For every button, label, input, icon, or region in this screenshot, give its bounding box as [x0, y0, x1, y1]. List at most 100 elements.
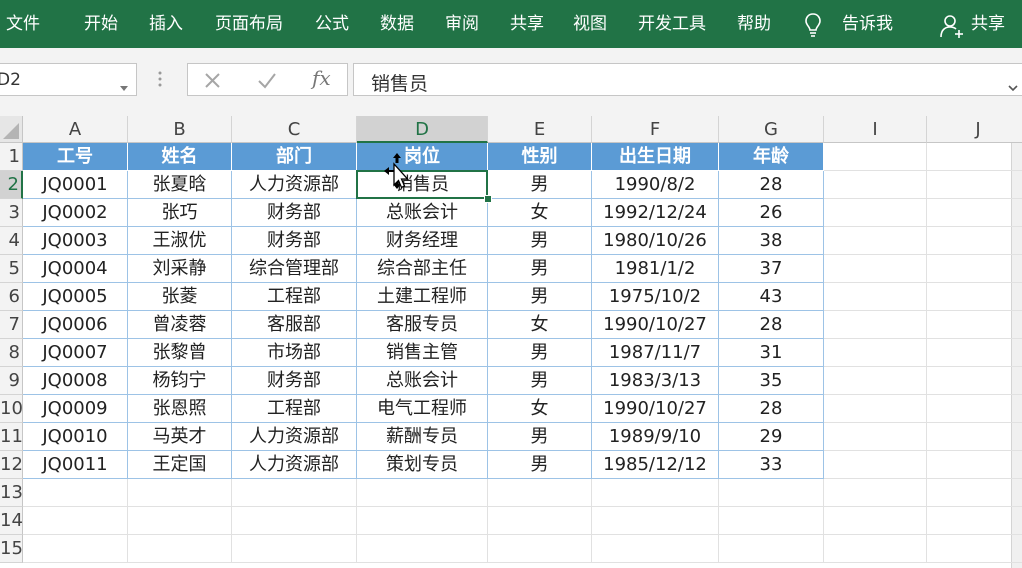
- table-cell[interactable]: 总账会计: [357, 199, 488, 227]
- empty-cell[interactable]: [927, 311, 1022, 339]
- table-cell[interactable]: JQ0001: [23, 171, 128, 199]
- table-header-cell[interactable]: 岗位: [357, 143, 488, 171]
- cancel-icon[interactable]: [204, 72, 221, 103]
- empty-cell[interactable]: [592, 535, 719, 563]
- row-header-12[interactable]: 12: [0, 451, 23, 479]
- select-all-corner[interactable]: [0, 116, 23, 143]
- row-header-7[interactable]: 7: [0, 311, 23, 339]
- empty-cell[interactable]: [824, 339, 927, 367]
- empty-cell[interactable]: [927, 199, 1022, 227]
- table-header-cell[interactable]: 部门: [232, 143, 357, 171]
- row-header-2[interactable]: 2: [0, 171, 23, 199]
- table-cell[interactable]: 财务部: [232, 199, 357, 227]
- share-button[interactable]: 共享: [971, 13, 1005, 35]
- column-header-i[interactable]: I: [824, 116, 927, 143]
- table-cell[interactable]: 29: [719, 423, 824, 451]
- table-cell[interactable]: 财务部: [232, 367, 357, 395]
- row-header-13[interactable]: 13: [0, 479, 23, 507]
- table-cell[interactable]: 女: [488, 395, 592, 423]
- row-header-11[interactable]: 11: [0, 423, 23, 451]
- empty-cell[interactable]: [927, 479, 1022, 507]
- table-cell[interactable]: 张巧: [128, 199, 232, 227]
- table-cell[interactable]: 财务经理: [357, 227, 488, 255]
- table-cell[interactable]: 1992/12/24: [592, 199, 719, 227]
- empty-cell[interactable]: [719, 479, 824, 507]
- empty-cell[interactable]: [357, 535, 488, 563]
- empty-cell[interactable]: [23, 507, 128, 535]
- empty-cell[interactable]: [357, 507, 488, 535]
- table-cell[interactable]: 张黎曾: [128, 339, 232, 367]
- table-cell[interactable]: JQ0009: [23, 395, 128, 423]
- table-cell[interactable]: 电气工程师: [357, 395, 488, 423]
- empty-cell[interactable]: [357, 479, 488, 507]
- empty-cell[interactable]: [824, 311, 927, 339]
- table-cell[interactable]: 1989/9/10: [592, 423, 719, 451]
- fx-icon[interactable]: fx: [312, 66, 331, 90]
- table-cell[interactable]: 1987/11/7: [592, 339, 719, 367]
- expand-formula-icon[interactable]: [1008, 77, 1018, 96]
- table-cell[interactable]: 客服专员: [357, 311, 488, 339]
- empty-cell[interactable]: [927, 283, 1022, 311]
- table-cell[interactable]: 1985/12/12: [592, 451, 719, 479]
- tab-page-layout[interactable]: 页面布局: [215, 13, 283, 35]
- table-cell[interactable]: 1990/10/27: [592, 311, 719, 339]
- row-header-5[interactable]: 5: [0, 255, 23, 283]
- table-cell[interactable]: 男: [488, 227, 592, 255]
- row-header-8[interactable]: 8: [0, 339, 23, 367]
- table-cell[interactable]: 31: [719, 339, 824, 367]
- row-header-4[interactable]: 4: [0, 227, 23, 255]
- empty-cell[interactable]: [128, 507, 232, 535]
- table-cell[interactable]: 土建工程师: [357, 283, 488, 311]
- formula-input[interactable]: 销售员: [353, 63, 1022, 96]
- empty-cell[interactable]: [824, 283, 927, 311]
- empty-cell[interactable]: [824, 227, 927, 255]
- fill-handle[interactable]: [484, 195, 492, 203]
- table-cell[interactable]: 男: [488, 367, 592, 395]
- empty-cell[interactable]: [927, 395, 1022, 423]
- empty-cell[interactable]: [824, 199, 927, 227]
- table-cell[interactable]: 财务部: [232, 227, 357, 255]
- table-cell[interactable]: 男: [488, 255, 592, 283]
- empty-cell[interactable]: [23, 479, 128, 507]
- table-cell[interactable]: 王定国: [128, 451, 232, 479]
- table-cell[interactable]: JQ0008: [23, 367, 128, 395]
- table-cell[interactable]: 男: [488, 423, 592, 451]
- table-header-cell[interactable]: 出生日期: [592, 143, 719, 171]
- empty-cell[interactable]: [824, 451, 927, 479]
- table-cell[interactable]: 1981/1/2: [592, 255, 719, 283]
- table-cell[interactable]: 1983/3/13: [592, 367, 719, 395]
- column-header-j[interactable]: J: [927, 116, 1022, 143]
- tab-view[interactable]: 视图: [573, 13, 607, 35]
- column-header-e[interactable]: E: [488, 116, 592, 143]
- empty-cell[interactable]: [488, 507, 592, 535]
- empty-cell[interactable]: [824, 367, 927, 395]
- empty-cell[interactable]: [927, 255, 1022, 283]
- empty-cell[interactable]: [128, 535, 232, 563]
- table-cell[interactable]: 工程部: [232, 283, 357, 311]
- table-cell[interactable]: 男: [488, 451, 592, 479]
- table-cell[interactable]: JQ0010: [23, 423, 128, 451]
- table-cell[interactable]: 曾凌蓉: [128, 311, 232, 339]
- table-header-cell[interactable]: 年龄: [719, 143, 824, 171]
- empty-cell[interactable]: [128, 479, 232, 507]
- empty-cell[interactable]: [488, 479, 592, 507]
- table-cell[interactable]: 女: [488, 199, 592, 227]
- row-header-10[interactable]: 10: [0, 395, 23, 423]
- empty-cell[interactable]: [927, 143, 1022, 171]
- table-cell[interactable]: 客服部: [232, 311, 357, 339]
- table-cell[interactable]: JQ0011: [23, 451, 128, 479]
- empty-cell[interactable]: [927, 507, 1022, 535]
- table-cell[interactable]: 28: [719, 395, 824, 423]
- column-header-g[interactable]: G: [719, 116, 824, 143]
- row-header-1[interactable]: 1: [0, 143, 23, 171]
- table-cell[interactable]: 综合管理部: [232, 255, 357, 283]
- table-cell[interactable]: 王淑优: [128, 227, 232, 255]
- empty-cell[interactable]: [232, 507, 357, 535]
- row-header-3[interactable]: 3: [0, 199, 23, 227]
- table-cell[interactable]: 男: [488, 171, 592, 199]
- column-header-d[interactable]: D: [357, 116, 488, 143]
- empty-cell[interactable]: [824, 143, 927, 171]
- empty-cell[interactable]: [824, 171, 927, 199]
- table-header-cell[interactable]: 性别: [488, 143, 592, 171]
- table-cell[interactable]: 37: [719, 255, 824, 283]
